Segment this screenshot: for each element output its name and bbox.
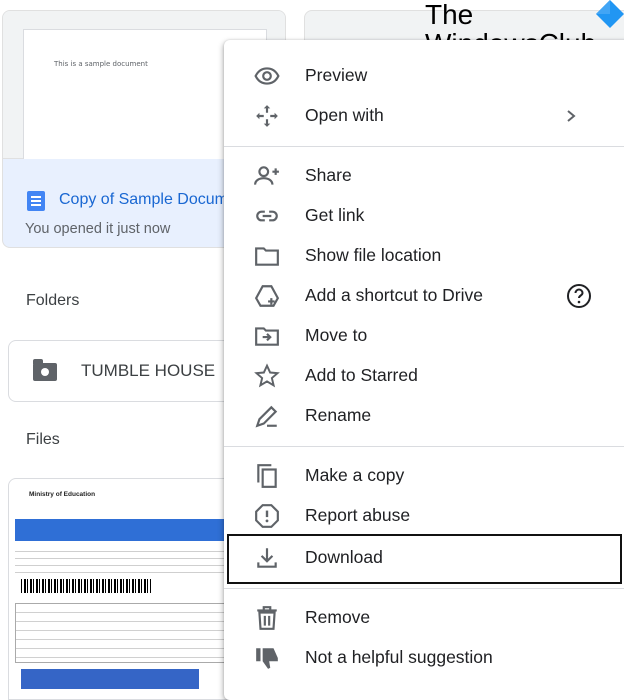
copy-icon xyxy=(254,463,284,489)
move-to-folder-icon xyxy=(254,323,284,349)
menu-item-open-with[interactable]: Open with xyxy=(224,96,624,136)
report-icon xyxy=(254,503,284,529)
menu-item-share[interactable]: Share xyxy=(224,156,624,196)
person-add-icon xyxy=(254,163,284,189)
menu-item-label: Share xyxy=(305,165,352,185)
menu-item-label: Move to xyxy=(305,325,368,345)
menu-item-label: Not a helpful suggestion xyxy=(305,647,493,667)
folders-heading: Folders xyxy=(26,292,80,309)
menu-item-remove[interactable]: Remove xyxy=(224,598,624,638)
shared-folder-icon xyxy=(33,359,57,381)
star-icon xyxy=(254,363,284,389)
menu-item-add-shortcut[interactable]: Add a shortcut to Drive xyxy=(224,276,624,316)
recent-file-subtitle: You opened it just now xyxy=(25,221,171,237)
eye-icon xyxy=(254,63,284,89)
windows-logo-icon xyxy=(596,0,624,28)
folder-name: TUMBLE HOUSE xyxy=(81,361,216,380)
menu-item-get-link[interactable]: Get link xyxy=(224,196,624,236)
open-with-icon xyxy=(254,103,284,129)
menu-item-rename[interactable]: Rename xyxy=(224,396,624,436)
file-thumbnail-footer xyxy=(21,669,199,689)
help-icon[interactable] xyxy=(565,282,593,310)
folder-icon xyxy=(254,243,284,269)
menu-item-preview[interactable]: Preview xyxy=(224,56,624,96)
menu-item-move-to[interactable]: Move to xyxy=(224,316,624,356)
menu-item-label: Report abuse xyxy=(305,505,411,525)
thumbnail-text: This is a sample document xyxy=(54,60,148,68)
trash-icon xyxy=(254,605,284,631)
menu-item-make-a-copy[interactable]: Make a copy xyxy=(224,456,624,496)
menu-divider xyxy=(224,146,624,147)
download-highlight-box xyxy=(227,534,622,584)
menu-item-label: Show file location xyxy=(305,245,442,265)
menu-item-label: Add to Starred xyxy=(305,365,418,385)
thumbs-down-icon xyxy=(254,645,284,671)
menu-item-label: Preview xyxy=(305,65,368,85)
google-docs-icon xyxy=(27,191,45,211)
menu-item-report-abuse[interactable]: Report abuse xyxy=(224,496,624,536)
menu-divider xyxy=(224,446,624,447)
menu-item-label: Add a shortcut to Drive xyxy=(305,285,483,305)
barcode-icon xyxy=(21,579,151,593)
menu-divider xyxy=(224,588,624,589)
menu-item-show-file-location[interactable]: Show file location xyxy=(224,236,624,276)
menu-item-label: Open with xyxy=(305,105,384,125)
file-thumbnail-header: Ministry of Education xyxy=(29,491,96,498)
menu-item-label: Remove xyxy=(305,607,371,627)
menu-item-label: Rename xyxy=(305,405,372,425)
recent-file-title: Copy of Sample Docum xyxy=(59,191,228,208)
pencil-icon xyxy=(254,403,284,429)
link-icon xyxy=(254,203,284,229)
menu-item-not-helpful[interactable]: Not a helpful suggestion xyxy=(224,638,624,678)
menu-item-label: Get link xyxy=(305,205,365,225)
menu-item-label: Make a copy xyxy=(305,465,405,485)
files-heading: Files xyxy=(26,431,60,448)
drive-shortcut-icon xyxy=(254,283,284,309)
chevron-right-icon xyxy=(567,110,576,122)
menu-item-add-to-starred[interactable]: Add to Starred xyxy=(224,356,624,396)
